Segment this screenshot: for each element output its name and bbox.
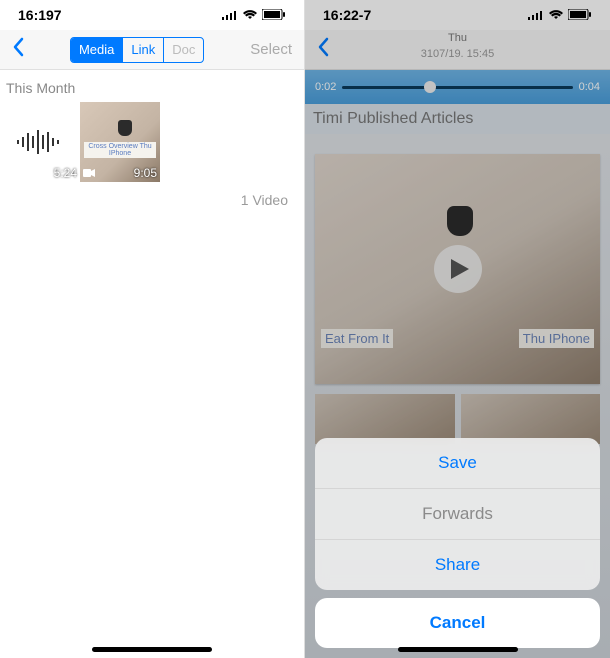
home-indicator[interactable] <box>92 647 212 652</box>
video-thumbnail[interactable]: Cross Overview Thu IPhone 9:05 <box>80 102 160 182</box>
back-button[interactable] <box>313 37 333 63</box>
video-banner-text: Cross Overview Thu IPhone <box>84 142 156 158</box>
audio-duration: 5:24 <box>54 166 77 180</box>
status-bar: 16:197 <box>0 0 304 30</box>
nav-bar: Thu 3107/19. 15:45 <box>305 30 610 70</box>
home-indicator[interactable] <box>398 647 518 652</box>
related-tile[interactable] <box>315 394 455 444</box>
media-grid: 5:24 Cross Overview Thu IPhone 9:05 <box>0 102 304 182</box>
battery-icon <box>568 7 592 23</box>
audio-thumbnail[interactable]: 5:24 <box>0 102 80 182</box>
segment-doc[interactable]: Doc <box>164 38 203 62</box>
phone-left: 16:197 Media Link Doc Select This Month … <box>0 0 305 658</box>
signal-icon <box>528 7 544 23</box>
hero-caption-right: Thu IPhone <box>519 329 594 348</box>
back-button[interactable] <box>8 37 28 63</box>
related-tile[interactable] <box>461 394 601 444</box>
nav-title: Thu <box>305 32 610 44</box>
segment-link[interactable]: Link <box>123 38 164 62</box>
apple-logo-icon <box>447 206 473 236</box>
play-button[interactable] <box>434 245 482 293</box>
hero-video[interactable]: Eat From It Thu IPhone <box>315 154 600 384</box>
wifi-icon <box>242 7 258 23</box>
section-header: This Month <box>0 70 304 102</box>
signal-icon <box>222 7 238 23</box>
scrub-thumb[interactable] <box>424 81 436 93</box>
article-title: Timi Published Articles <box>305 104 610 134</box>
sheet-forwards[interactable]: Forwards <box>315 489 600 540</box>
status-bar: 16:22-7 <box>305 0 610 30</box>
phone-right: 16:22-7 Thu 3107/19. 15:45 0:02 0:04 Tim… <box>305 0 610 658</box>
status-icons <box>528 7 592 23</box>
wifi-icon <box>548 7 564 23</box>
sheet-group: Save Forwards Share <box>315 438 600 590</box>
video-duration: 9:05 <box>134 166 157 180</box>
sheet-share[interactable]: Share <box>315 540 600 590</box>
nav-bar: Media Link Doc Select <box>0 30 304 70</box>
scrub-track[interactable] <box>342 86 572 89</box>
status-time: 16:197 <box>18 7 62 23</box>
battery-icon <box>262 7 286 23</box>
scrub-remain: 0:04 <box>579 81 600 93</box>
status-time: 16:22-7 <box>323 7 371 23</box>
select-button[interactable]: Select <box>246 41 296 58</box>
action-sheet: Save Forwards Share Cancel <box>315 438 600 648</box>
segmented-control: Media Link Doc <box>28 37 246 63</box>
scrub-elapsed: 0:02 <box>315 81 336 93</box>
sheet-save[interactable]: Save <box>315 438 600 489</box>
video-scrubber[interactable]: 0:02 0:04 <box>305 70 610 104</box>
media-summary: 1 Video <box>0 182 304 218</box>
sheet-cancel[interactable]: Cancel <box>315 598 600 648</box>
nav-subtitle: 3107/19. 15:45 <box>305 48 610 60</box>
video-icon <box>83 168 95 180</box>
status-icons <box>222 7 286 23</box>
segment-media[interactable]: Media <box>71 38 123 62</box>
hero-caption-left: Eat From It <box>321 329 393 348</box>
